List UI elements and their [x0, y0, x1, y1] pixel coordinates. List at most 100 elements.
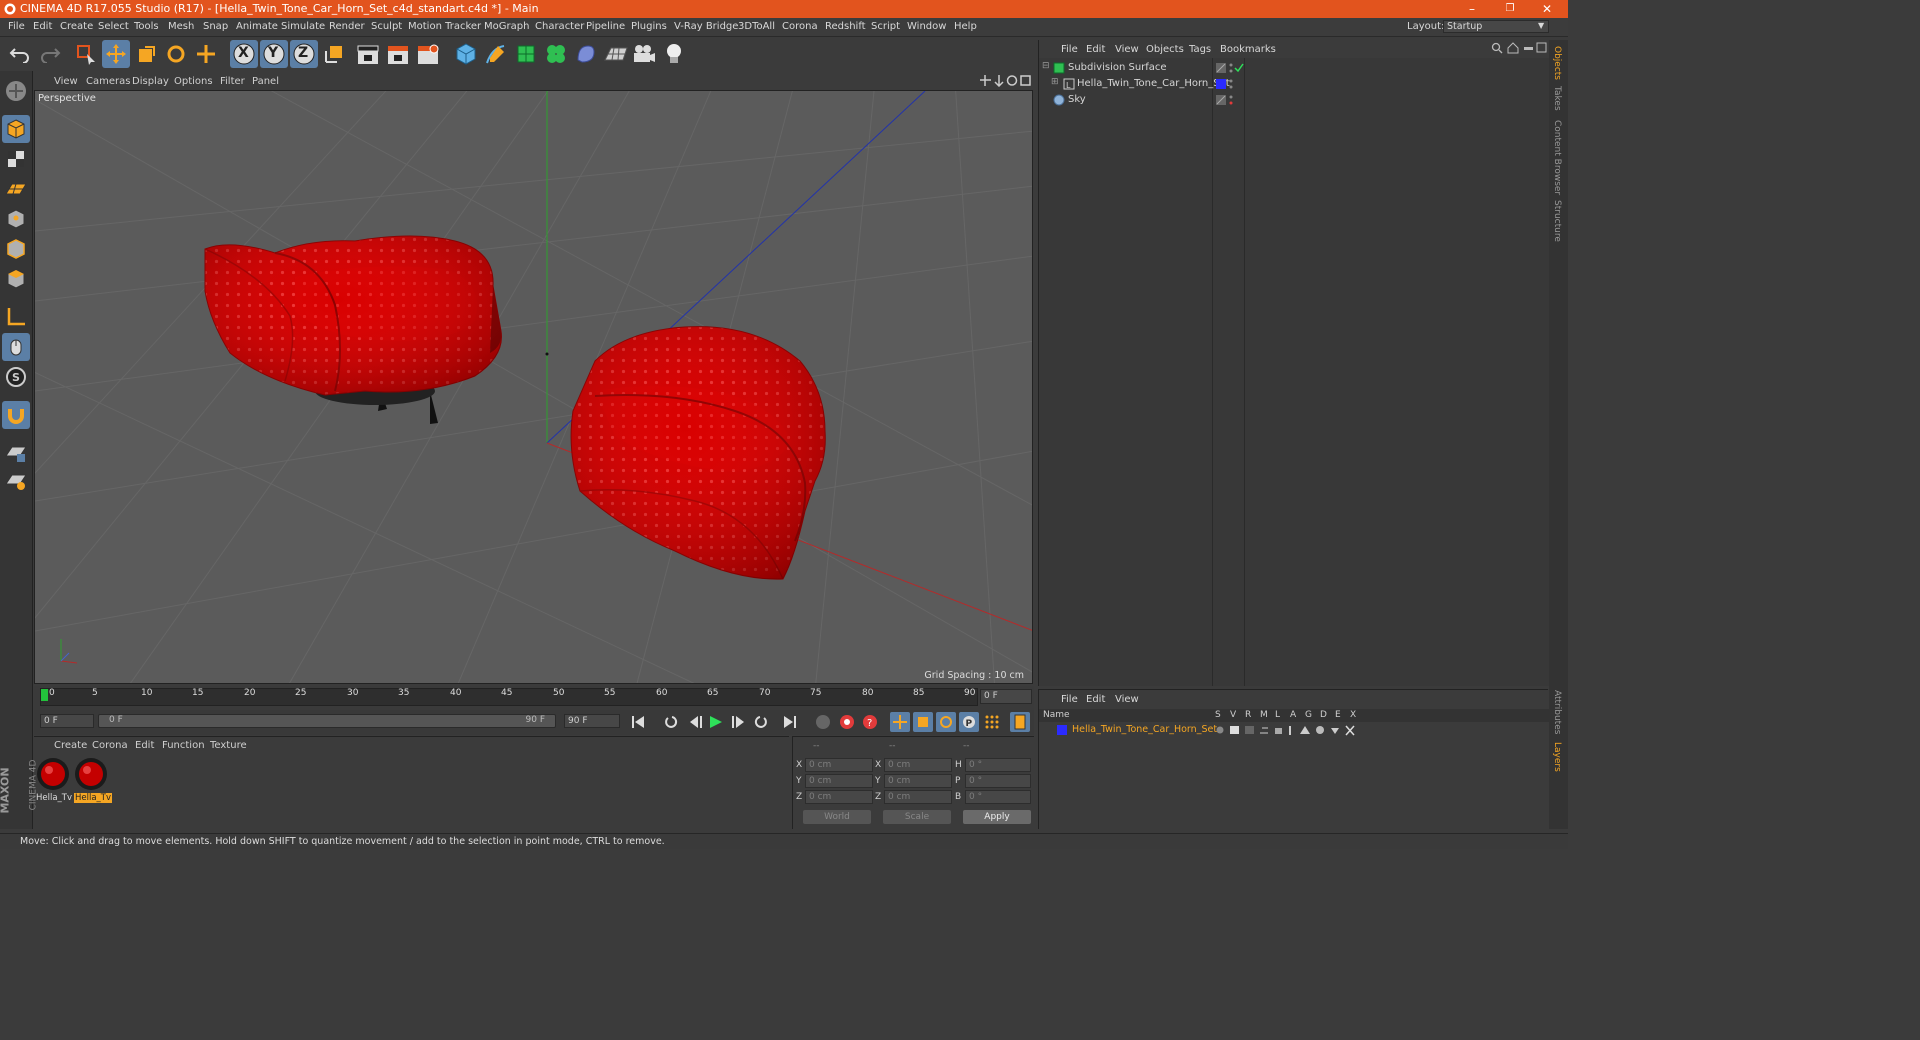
x-axis-lock-button[interactable]: X	[230, 40, 258, 68]
layer-col-view[interactable]: V	[1230, 710, 1236, 720]
pos-x-field[interactable]: 0 cm	[805, 758, 873, 772]
layer-col-deformers[interactable]: D	[1320, 710, 1327, 720]
subdivision-surface-button[interactable]	[512, 40, 540, 68]
menu-window[interactable]: Window	[907, 21, 946, 32]
tab-layers[interactable]: Layers	[1552, 742, 1562, 772]
tab-takes[interactable]: Takes	[1552, 86, 1562, 111]
pos-y-field[interactable]: 0 cm	[805, 774, 873, 788]
menu-pipeline[interactable]: Pipeline	[586, 21, 625, 32]
object-menu-view[interactable]: View	[1115, 44, 1139, 55]
menu-tools[interactable]: Tools	[134, 21, 159, 32]
visibility-dots[interactable]	[1216, 94, 1244, 106]
transform-tool-button[interactable]	[192, 40, 220, 68]
layer-col-xref[interactable]: X	[1350, 710, 1356, 720]
edges-mode-button[interactable]	[2, 235, 30, 263]
viewport-menu-filter[interactable]: Filter	[220, 76, 245, 87]
menu-edit[interactable]: Edit	[33, 21, 52, 32]
restore-button[interactable]: ❐	[1493, 0, 1527, 18]
rot-h-field[interactable]: 0 °	[965, 758, 1031, 772]
move-tool-button[interactable]	[102, 40, 130, 68]
frame-range-slider[interactable]: 0 F 90 F	[98, 714, 556, 728]
pos-z-field[interactable]: 0 cm	[805, 790, 873, 804]
keyframe-buttons[interactable]: ? P	[810, 712, 1034, 732]
viewport-menu-view[interactable]: View	[54, 76, 78, 87]
tab-objects[interactable]: Objects	[1552, 46, 1562, 80]
tab-content-browser[interactable]: Content Browser	[1552, 120, 1562, 195]
menu-help[interactable]: Help	[954, 21, 977, 32]
playhead[interactable]	[41, 689, 48, 701]
material-menu-edit[interactable]: Edit	[135, 740, 154, 751]
scale-dropdown[interactable]: Scale	[883, 810, 951, 824]
menu-vray-bridge[interactable]: V-Ray Bridge	[674, 21, 738, 32]
layer-row[interactable]: Hella_Twin_Tone_Car_Horn_Set	[1039, 723, 1549, 737]
viewport-menu-panel[interactable]: Panel	[252, 76, 279, 87]
layer-col-expressions[interactable]: E	[1335, 710, 1341, 720]
layer-col-manager[interactable]: M	[1260, 710, 1268, 720]
layer-menu-view[interactable]: View	[1115, 694, 1139, 705]
layout-dropdown[interactable]: Startup ▼	[1443, 20, 1549, 33]
object-manager-tools[interactable]	[1491, 42, 1547, 54]
layer-col-solo[interactable]: S	[1215, 710, 1221, 720]
planar-workplane-button[interactable]	[2, 467, 30, 495]
menu-render[interactable]: Render	[329, 21, 365, 32]
menu-select[interactable]: Select	[98, 21, 129, 32]
layer-menu-file[interactable]: File	[1061, 694, 1078, 705]
object-menu-edit[interactable]: Edit	[1086, 44, 1105, 55]
material-menu-create[interactable]: Create	[54, 740, 87, 751]
object-row-sky[interactable]: Sky	[1039, 92, 1549, 108]
menu-simulate[interactable]: Simulate	[281, 21, 325, 32]
menu-motion-tracker[interactable]: Motion Tracker	[408, 21, 481, 32]
menu-animate[interactable]: Animate	[236, 21, 278, 32]
rot-b-field[interactable]: 0 °	[965, 790, 1031, 804]
transport-buttons[interactable]	[628, 712, 834, 732]
cloner-button[interactable]	[542, 40, 570, 68]
layer-color-swatch[interactable]	[1057, 725, 1067, 735]
menu-redshift[interactable]: Redshift	[825, 21, 866, 32]
polygons-mode-button[interactable]	[2, 265, 30, 293]
locked-workplane-button[interactable]	[2, 439, 30, 467]
render-view-button[interactable]	[354, 40, 382, 68]
end-frame-field[interactable]: 90 F	[564, 714, 620, 728]
tab-attributes[interactable]: Attributes	[1552, 690, 1562, 734]
layer-menu-edit[interactable]: Edit	[1086, 694, 1105, 705]
scale-tool-button[interactable]	[132, 40, 160, 68]
menu-plugins[interactable]: Plugins	[631, 21, 667, 32]
collapse-icon[interactable]: ⊟	[1042, 61, 1050, 71]
tab-structure[interactable]: Structure	[1552, 200, 1562, 242]
start-frame-field[interactable]: 0 F	[40, 714, 94, 728]
magnet-button[interactable]	[2, 401, 30, 429]
object-menu-file[interactable]: File	[1061, 44, 1078, 55]
render-settings-button[interactable]	[414, 40, 442, 68]
visibility-dots[interactable]	[1216, 62, 1244, 74]
apply-button[interactable]: Apply	[963, 810, 1031, 824]
deformer-button[interactable]	[572, 40, 600, 68]
viewport-menu-options[interactable]: Options	[174, 76, 213, 87]
close-button[interactable]: ✕	[1530, 0, 1564, 18]
camera-button[interactable]	[630, 40, 658, 68]
timeline-ruler[interactable]: 0 5 10 15 20 25 30 35 40 45 50 55 60 65 …	[34, 686, 1034, 710]
workplane-button[interactable]	[2, 175, 30, 203]
coordinate-system-button[interactable]	[320, 40, 348, 68]
material-swatch[interactable]: Hella_Tv	[36, 757, 72, 803]
viewport-navigation-icons[interactable]	[979, 74, 1031, 87]
make-editable-button[interactable]	[2, 77, 30, 105]
menu-mesh[interactable]: Mesh	[168, 21, 194, 32]
y-axis-lock-button[interactable]: Y	[260, 40, 288, 68]
undo-button[interactable]	[6, 40, 34, 68]
object-row-horn-set[interactable]: ⊞ L Hella_Twin_Tone_Car_Horn_Set	[1039, 76, 1549, 92]
size-x-field[interactable]: 0 cm	[884, 758, 952, 772]
pen-spline-button[interactable]	[482, 40, 510, 68]
menu-sculpt[interactable]: Sculpt	[371, 21, 402, 32]
layer-col-render[interactable]: R	[1245, 710, 1251, 720]
perspective-viewport[interactable]: Perspective Grid Spacing : 10 cm	[34, 90, 1033, 684]
object-menu-tags[interactable]: Tags	[1189, 44, 1211, 55]
material-swatch-selected[interactable]: Hella_Tv	[74, 757, 113, 805]
redo-button[interactable]	[36, 40, 64, 68]
object-menu-bookmarks[interactable]: Bookmarks	[1220, 44, 1276, 55]
axis-mode-button[interactable]	[2, 303, 30, 331]
viewport-menu-cameras[interactable]: Cameras	[86, 76, 130, 87]
menu-3dtoall[interactable]: 3DToAll	[738, 21, 775, 32]
z-axis-lock-button[interactable]: Z	[290, 40, 318, 68]
layer-col-locked[interactable]: L	[1275, 710, 1280, 720]
material-menu-corona[interactable]: Corona	[92, 740, 128, 751]
